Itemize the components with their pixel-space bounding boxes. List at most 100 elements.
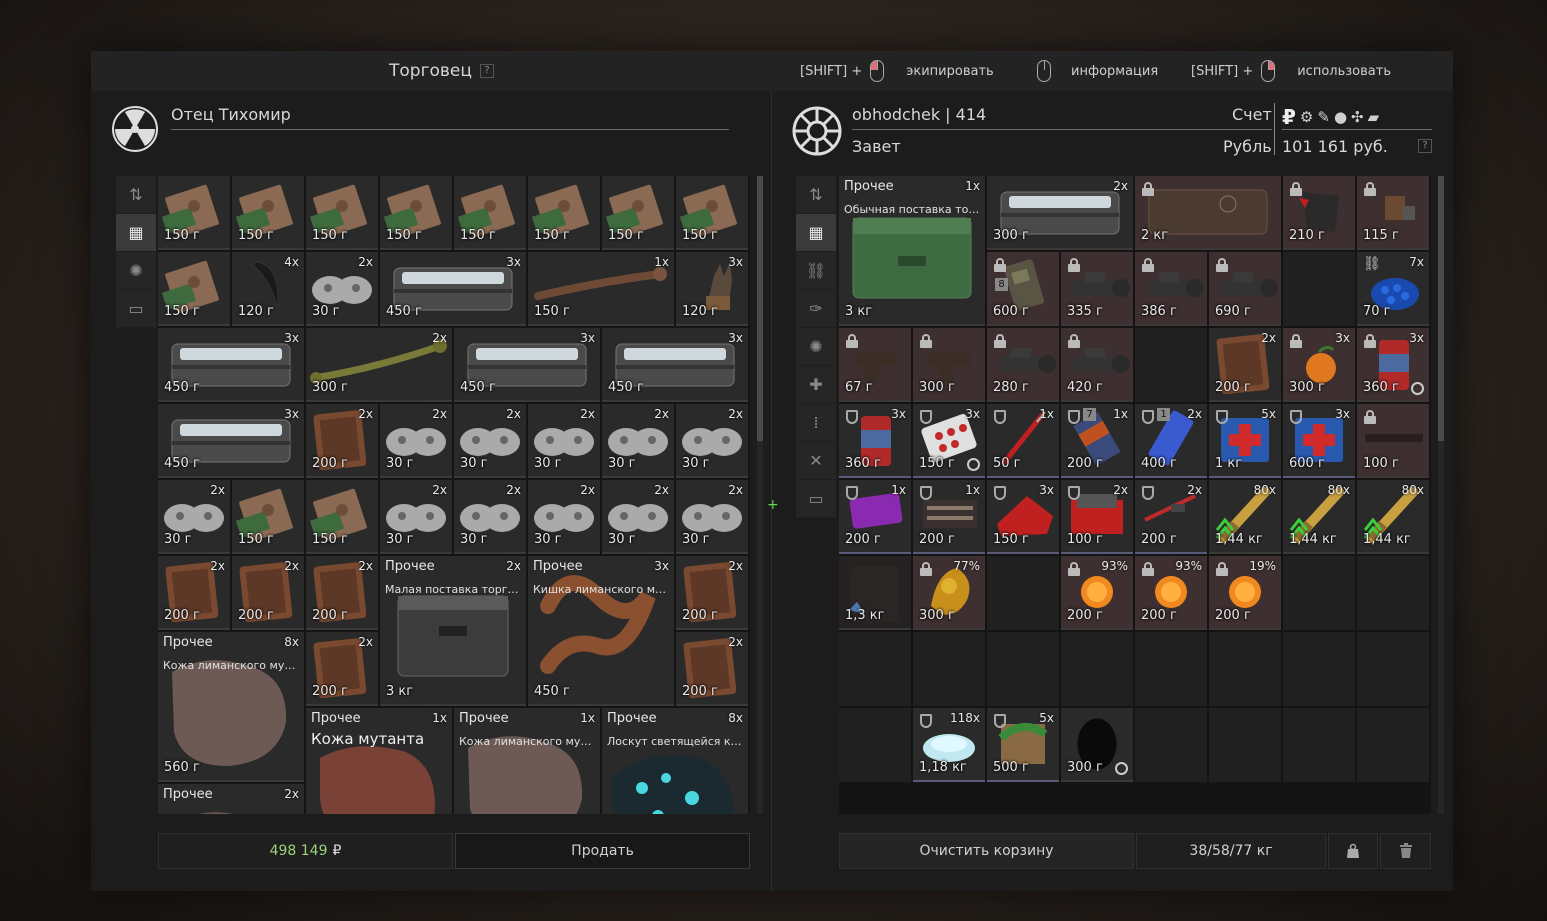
gear-currency-icon[interactable]: ⚙: [1300, 108, 1313, 126]
inventory-item[interactable]: 1x 200 г: [913, 480, 985, 554]
inventory-item[interactable]: 280 г: [987, 328, 1059, 402]
inventory-item[interactable]: 150 г: [158, 252, 230, 326]
inventory-item[interactable]: 2x 200 г: [306, 556, 378, 630]
trader-scroll-thumb[interactable]: [757, 176, 763, 441]
knife-icon[interactable]: ✑: [796, 290, 836, 328]
balance-help-icon[interactable]: ?: [1418, 139, 1432, 153]
inventory-item[interactable]: 5x 500 г: [987, 708, 1059, 782]
inventory-item[interactable]: 1x 200 г: [839, 480, 911, 554]
ticket-currency-icon[interactable]: ▰: [1368, 108, 1380, 126]
inventory-item[interactable]: 3x 450 г: [158, 404, 304, 478]
inventory-item[interactable]: 150 г: [454, 176, 526, 250]
inventory-item[interactable]: 2x 200 г: [676, 632, 748, 706]
inventory-item[interactable]: 600 г 8: [987, 252, 1059, 326]
tools-icon[interactable]: ✕: [796, 442, 836, 480]
inventory-item[interactable]: 2x 30 г: [676, 480, 748, 554]
inventory-item[interactable]: Прочее Кожа лиманского мутан.. 8x 560 г: [158, 632, 304, 782]
inventory-item[interactable]: 93% 200 г: [1135, 556, 1207, 630]
inventory-item[interactable]: 3x 450 г: [602, 328, 748, 402]
inventory-item[interactable]: 300 г: [1061, 708, 1133, 782]
inventory-item[interactable]: 1x 50 г: [987, 404, 1059, 478]
chip-currency-icon[interactable]: ✣: [1351, 108, 1364, 126]
grid-icon[interactable]: ▦: [116, 214, 156, 252]
inventory-item[interactable]: Прочее 2x: [158, 784, 304, 814]
sell-button[interactable]: Продать: [455, 833, 750, 869]
inventory-item[interactable]: 7x 70 г ⛓: [1357, 252, 1429, 326]
clear-cart-button[interactable]: Очистить корзину: [839, 833, 1134, 869]
inventory-item[interactable]: 93% 200 г: [1061, 556, 1133, 630]
storage-icon[interactable]: ▭: [796, 480, 836, 518]
inventory-item[interactable]: 386 г: [1135, 252, 1207, 326]
inventory-item[interactable]: 3x 120 г: [676, 252, 748, 326]
inventory-item[interactable]: 100 г: [1357, 404, 1429, 478]
inventory-item[interactable]: 1x 150 г: [528, 252, 674, 326]
ruble-icon[interactable]: ₽: [1282, 105, 1296, 129]
inventory-item[interactable]: 4x 120 г: [232, 252, 304, 326]
currency-icons[interactable]: ₽ ⚙ ✎ ● ✣ ▰: [1282, 105, 1379, 129]
inventory-item[interactable]: 150 г: [158, 176, 230, 250]
feather-currency-icon[interactable]: ✎: [1317, 108, 1330, 126]
inventory-item[interactable]: Прочее Кишка лиманского мут.. 3x 450 г: [528, 556, 674, 706]
inventory-item[interactable]: 420 г: [1061, 328, 1133, 402]
inventory-item[interactable]: 2x 300 г: [306, 328, 452, 402]
trash-icon[interactable]: [1380, 833, 1431, 869]
inventory-item[interactable]: Прочее Лоскут светящейся кож.. 8x: [602, 708, 748, 814]
inventory-item[interactable]: 3x 150 г: [913, 404, 985, 478]
inventory-item[interactable]: 150 г: [232, 176, 304, 250]
inventory-item[interactable]: 150 г: [676, 176, 748, 250]
weight-icon[interactable]: [1328, 833, 1378, 869]
player-scroll-thumb[interactable]: [1438, 176, 1444, 441]
inventory-item[interactable]: 2x 30 г: [454, 404, 526, 478]
inventory-item[interactable]: 2x 200 г: [306, 404, 378, 478]
inventory-item[interactable]: 118x 1,18 кг: [913, 708, 985, 782]
inventory-item[interactable]: 2x 300 г: [987, 176, 1133, 250]
inventory-item[interactable]: 2x 30 г: [602, 480, 674, 554]
inventory-item[interactable]: 2x 200 г: [1135, 480, 1207, 554]
coin-currency-icon[interactable]: ●: [1334, 108, 1347, 126]
help-icon[interactable]: ?: [479, 64, 494, 78]
link-icon[interactable]: ⛓: [796, 252, 836, 290]
inventory-item[interactable]: 3x 360 г: [839, 404, 911, 478]
inventory-item[interactable]: 80x 1,44 кг: [1357, 480, 1429, 554]
inventory-item[interactable]: 150 г: [380, 176, 452, 250]
inventory-item[interactable]: 115 г: [1357, 176, 1429, 250]
inventory-item[interactable]: 77% 300 г: [913, 556, 985, 630]
inventory-item[interactable]: 3x 450 г: [454, 328, 600, 402]
inventory-item[interactable]: 300 г: [913, 328, 985, 402]
inventory-item[interactable]: Прочее Кожа мутанта 1x: [306, 708, 452, 814]
inventory-item[interactable]: 690 г: [1209, 252, 1281, 326]
inventory-item[interactable]: 2x 30 г: [380, 480, 452, 554]
inventory-item[interactable]: 150 г: [232, 480, 304, 554]
inventory-item[interactable]: 3x 450 г: [380, 252, 526, 326]
inventory-item[interactable]: 2x 100 г: [1061, 480, 1133, 554]
inventory-item[interactable]: 3x 600 г: [1283, 404, 1355, 478]
inventory-item[interactable]: 5x 1 кг: [1209, 404, 1281, 478]
inventory-item[interactable]: 3x 360 г: [1357, 328, 1429, 402]
storage-icon[interactable]: ▭: [116, 290, 156, 328]
inventory-item[interactable]: 2x 30 г: [602, 404, 674, 478]
inventory-item[interactable]: 3x 300 г: [1283, 328, 1355, 402]
medkit-icon[interactable]: ✚: [796, 366, 836, 404]
inventory-item[interactable]: 1,3 кг: [839, 556, 911, 630]
inventory-item[interactable]: 2x 30 г: [528, 480, 600, 554]
inventory-item[interactable]: 150 г: [306, 176, 378, 250]
inventory-item[interactable]: 1x 200 г 7: [1061, 404, 1133, 478]
inventory-item[interactable]: 2x 400 г 1: [1135, 404, 1207, 478]
inventory-item[interactable]: 3x 150 г: [987, 480, 1059, 554]
inventory-item[interactable]: 210 г: [1283, 176, 1355, 250]
inventory-item[interactable]: 2x 30 г: [454, 480, 526, 554]
inventory-item[interactable]: 2x 30 г: [676, 404, 748, 478]
inventory-item[interactable]: 3x 450 г: [158, 328, 304, 402]
inventory-item[interactable]: 80x 1,44 кг: [1209, 480, 1281, 554]
inventory-item[interactable]: 19% 200 г: [1209, 556, 1281, 630]
inventory-item[interactable]: 2x 30 г: [528, 404, 600, 478]
inventory-item[interactable]: 150 г: [602, 176, 674, 250]
artifact-icon[interactable]: ✺: [796, 328, 836, 366]
inventory-item[interactable]: 2x 200 г: [158, 556, 230, 630]
inventory-item[interactable]: 2x 200 г: [1209, 328, 1281, 402]
inventory-item[interactable]: 67 г: [839, 328, 911, 402]
sort-icon[interactable]: ⇅: [796, 176, 836, 214]
inventory-item[interactable]: Прочее Кожа лиманского мутан.. 1x: [454, 708, 600, 814]
grid-icon[interactable]: ▦: [796, 214, 836, 252]
inventory-item[interactable]: 2x 30 г: [306, 252, 378, 326]
